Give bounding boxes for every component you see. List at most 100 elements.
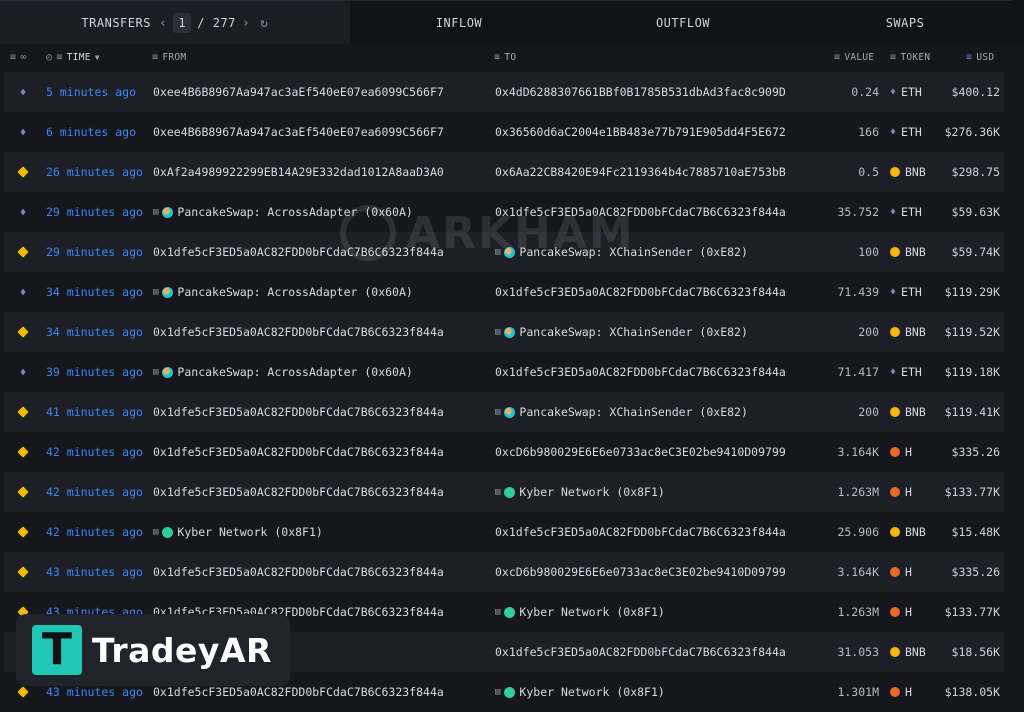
- to-address[interactable]: 0x1dfe5cF3ED5a0AC82FDD0bFCdaC7B6C6323f84…: [495, 205, 786, 219]
- to-address[interactable]: 0x4dD6288307661BBf0B1785B531dbAd3fac8c90…: [495, 85, 786, 99]
- time-cell[interactable]: 29 minutes ago: [46, 192, 143, 232]
- to-entity[interactable]: PancakeSwap: XChainSender (0xE82): [519, 325, 747, 339]
- table-row[interactable]: 26 minutes ago 0xAf2a4989922299EB14A29E33…: [4, 152, 1004, 192]
- filter-icon: ≡: [834, 51, 841, 63]
- table-row[interactable]: 29 minutes ago 0x1dfe5cF3ED5a0AC82FDD0bFC…: [4, 232, 1004, 272]
- time-cell[interactable]: 26 minutes ago: [46, 152, 143, 192]
- to-address[interactable]: 0x1dfe5cF3ED5a0AC82FDD0bFCdaC7B6C6323f84…: [495, 285, 786, 299]
- chain-filter[interactable]: ≡ ∞: [10, 44, 27, 70]
- tab-swaps[interactable]: SWAPS: [798, 0, 1012, 45]
- to-address[interactable]: 0x1dfe5cF3ED5a0AC82FDD0bFCdaC7B6C6323f84…: [495, 365, 786, 379]
- table-row[interactable]: 42 minutes ago 0x1dfe5cF3ED5a0AC82FDD0bFC…: [4, 432, 1004, 472]
- from-entity[interactable]: PancakeSwap: AcrossAdapter (0x60A): [177, 365, 412, 379]
- from-address[interactable]: 0x1dfe5cF3ED5a0AC82FDD0bFCdaC7B6C6323f84…: [153, 245, 444, 259]
- column-from[interactable]: ≡ FROM: [152, 44, 186, 70]
- from-address[interactable]: 0x1dfe5cF3ED5a0AC82FDD0bFCdaC7B6C6323f84…: [153, 445, 444, 459]
- refresh-icon[interactable]: ↻: [260, 16, 268, 31]
- to-entity[interactable]: Kyber Network (0x8F1): [519, 485, 664, 499]
- from-entity[interactable]: PancakeSwap: AcrossAdapter (0x60A): [177, 205, 412, 219]
- to-entity[interactable]: PancakeSwap: XChainSender (0xE82): [519, 405, 747, 419]
- table-row[interactable]: 34 minutes ago 0x1dfe5cF3ED5a0AC82FDD0bFC…: [4, 312, 1004, 352]
- chain-cell: [16, 472, 30, 512]
- table-row[interactable]: ♦ 5 minutes ago 0xee4B6B8967Aa947ac3aEf540…: [4, 72, 1004, 112]
- from-entity[interactable]: Kyber Network (0x8F1): [177, 525, 322, 539]
- token-cell[interactable]: H: [890, 552, 912, 592]
- token-cell[interactable]: H: [890, 592, 912, 632]
- token-cell[interactable]: H: [890, 472, 912, 512]
- time-cell[interactable]: 29 minutes ago: [46, 232, 143, 272]
- time-cell[interactable]: 6 minutes ago: [46, 112, 136, 152]
- column-time[interactable]: ◴ ≡ TIME ▼: [46, 44, 100, 70]
- token-cell[interactable]: ♦ ETH: [890, 352, 922, 392]
- time-cell[interactable]: 39 minutes ago: [46, 352, 143, 392]
- column-usd[interactable]: ≡ USD: [966, 44, 994, 70]
- token-cell[interactable]: BNB: [890, 512, 926, 552]
- tab-inflow[interactable]: INFLOW: [350, 0, 568, 45]
- token-symbol: ETH: [901, 365, 922, 379]
- token-cell[interactable]: BNB: [890, 392, 926, 432]
- time-cell[interactable]: 34 minutes ago: [46, 312, 143, 352]
- table-row[interactable]: ♦ 34 minutes ago ▤ PancakeSwap: AcrossAdapt…: [4, 272, 1004, 312]
- table-row[interactable]: 41 minutes ago 0x1dfe5cF3ED5a0AC82FDD0bFC…: [4, 392, 1004, 432]
- from-entity[interactable]: PancakeSwap: AcrossAdapter (0x60A): [177, 285, 412, 299]
- time-cell[interactable]: 41 minutes ago: [46, 392, 143, 432]
- from-cell: ▤ PancakeSwap: AcrossAdapter (0x60A): [153, 352, 413, 392]
- token-cell[interactable]: BNB: [890, 152, 926, 192]
- tab-transfers[interactable]: TRANSFERS ‹ 1 / 277 › ↻: [0, 0, 350, 45]
- from-address[interactable]: 0x1dfe5cF3ED5a0AC82FDD0bFCdaC7B6C6323f84…: [153, 565, 444, 579]
- to-cell: 0x1dfe5cF3ED5a0AC82FDD0bFCdaC7B6C6323f84…: [495, 352, 786, 392]
- pancakeswap-icon: [162, 206, 174, 218]
- table-row[interactable]: 42 minutes ago 0x1dfe5cF3ED5a0AC82FDD0bFC…: [4, 472, 1004, 512]
- to-address[interactable]: 0x36560d6aC2004e1BB483e77b791E905dd4F5E6…: [495, 125, 786, 139]
- from-address[interactable]: 0x1dfe5cF3ED5a0AC82FDD0bFCdaC7B6C6323f84…: [153, 685, 444, 699]
- time-cell[interactable]: 5 minutes ago: [46, 72, 136, 112]
- token-cell[interactable]: H: [890, 672, 912, 712]
- to-address[interactable]: 0x6Aa22CB8420E94Fc2119364b4c7885710aE753…: [495, 165, 786, 179]
- to-address[interactable]: 0xcD6b980029E6E6e0733ac8eC3E02be9410D097…: [495, 445, 786, 459]
- from-address[interactable]: 0x1dfe5cF3ED5a0AC82FDD0bFCdaC7B6C6323f84…: [153, 325, 444, 339]
- from-address[interactable]: 0xAf2a4989922299EB14A29E332dad1012A8aaD3…: [153, 165, 444, 179]
- chain-cell: [16, 432, 30, 472]
- token-cell[interactable]: ♦ ETH: [890, 112, 922, 152]
- table-row[interactable]: ♦ 29 minutes ago ▤ PancakeSwap: AcrossAdapt…: [4, 192, 1004, 232]
- usd-cell: $335.26: [951, 445, 1000, 459]
- to-cell: 0x1dfe5cF3ED5a0AC82FDD0bFCdaC7B6C6323f84…: [495, 192, 786, 232]
- token-cell[interactable]: BNB: [890, 232, 926, 272]
- token-cell[interactable]: BNB: [890, 632, 926, 672]
- table-row[interactable]: ♦ 39 minutes ago ▤ PancakeSwap: AcrossAdapt…: [4, 352, 1004, 392]
- column-value[interactable]: ≡ VALUE: [834, 44, 874, 70]
- tab-outflow[interactable]: OUTFLOW: [568, 0, 798, 45]
- time-cell[interactable]: 42 minutes ago: [46, 432, 143, 472]
- from-address[interactable]: 0xee4B6B8967Aa947ac3aEf540eE07ea6099C566…: [153, 125, 444, 139]
- from-address[interactable]: 0x1dfe5cF3ED5a0AC82FDD0bFCdaC7B6C6323f84…: [153, 405, 444, 419]
- to-address[interactable]: 0xcD6b980029E6E6e0733ac8eC3E02be9410D097…: [495, 565, 786, 579]
- to-address[interactable]: 0x1dfe5cF3ED5a0AC82FDD0bFCdaC7B6C6323f84…: [495, 525, 786, 539]
- page-number-input[interactable]: 1: [173, 13, 192, 33]
- token-cell[interactable]: ♦ ETH: [890, 272, 922, 312]
- column-token-label: TOKEN: [900, 51, 931, 63]
- table-row[interactable]: 42 minutes ago ▤ Kyber Network (0x8F1) 0x1d…: [4, 512, 1004, 552]
- time-cell[interactable]: 34 minutes ago: [46, 272, 143, 312]
- token-cell[interactable]: ♦ ETH: [890, 192, 922, 232]
- to-address[interactable]: 0x1dfe5cF3ED5a0AC82FDD0bFCdaC7B6C6323f84…: [495, 645, 786, 659]
- column-to[interactable]: ≡ TO: [494, 44, 516, 70]
- token-cell[interactable]: BNB: [890, 312, 926, 352]
- token-cell[interactable]: H: [890, 432, 912, 472]
- table-row[interactable]: 43 minutes ago 0x1dfe5cF3ED5a0AC82FDD0bFC…: [4, 552, 1004, 592]
- usd-cell: $59.74K: [951, 245, 1000, 259]
- time-cell[interactable]: 43 minutes ago: [46, 552, 143, 592]
- from-address[interactable]: 0xee4B6B8967Aa947ac3aEf540eE07ea6099C566…: [153, 85, 444, 99]
- chevron-right-icon[interactable]: ›: [242, 16, 250, 31]
- token-cell[interactable]: ♦ ETH: [890, 72, 922, 112]
- value-cell: 1.301M: [837, 685, 879, 699]
- to-entity[interactable]: Kyber Network (0x8F1): [519, 605, 664, 619]
- time-cell[interactable]: 42 minutes ago: [46, 512, 143, 552]
- column-token[interactable]: ≡ TOKEN: [890, 44, 930, 70]
- bnb-chain-icon: [17, 486, 29, 498]
- to-entity[interactable]: PancakeSwap: XChainSender (0xE82): [519, 245, 747, 259]
- to-entity[interactable]: Kyber Network (0x8F1): [519, 685, 664, 699]
- time-cell[interactable]: 42 minutes ago: [46, 472, 143, 512]
- from-address[interactable]: 0x1dfe5cF3ED5a0AC82FDD0bFCdaC7B6C6323f84…: [153, 485, 444, 499]
- table-row[interactable]: ♦ 6 minutes ago 0xee4B6B8967Aa947ac3aEf540…: [4, 112, 1004, 152]
- chevron-left-icon[interactable]: ‹: [159, 16, 167, 31]
